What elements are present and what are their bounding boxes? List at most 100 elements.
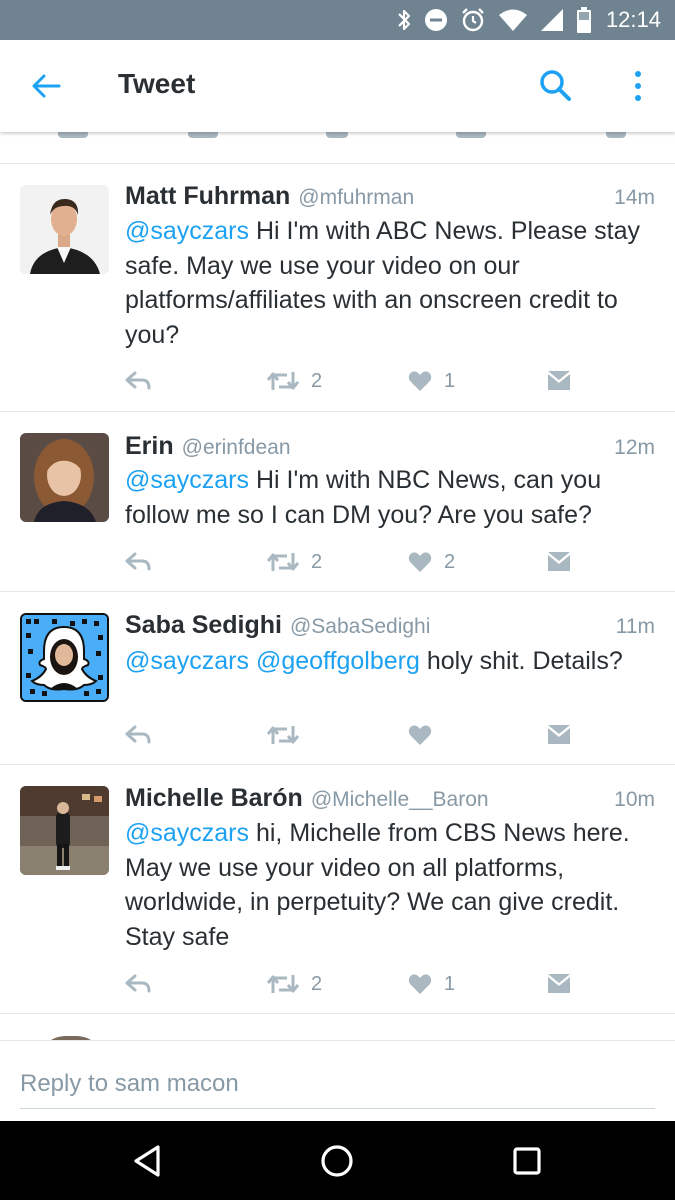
like-count: 1 <box>444 369 456 392</box>
more-options-button[interactable] <box>626 66 650 106</box>
tweet-item[interactable]: Michelle Barón @Michelle__Baron 10m @say… <box>0 765 675 1014</box>
envelope-icon <box>548 371 570 390</box>
tweet-timestamp: 14m <box>614 186 655 209</box>
reply-button[interactable] <box>125 969 151 999</box>
tweet-text: @sayczars Hi I'm with NBC News, can you … <box>125 463 660 532</box>
tweet-actions <box>125 720 660 750</box>
direct-message-button[interactable] <box>547 720 571 750</box>
arrow-left-icon <box>32 74 61 98</box>
system-nav-bar <box>0 1121 675 1200</box>
tweet-timestamp: 11m <box>615 615 655 638</box>
tweet-timestamp: 12m <box>614 436 655 459</box>
retweet-count: 2 <box>311 972 323 995</box>
reply-icon <box>125 974 151 993</box>
retweet-button[interactable]: 2 <box>267 969 322 999</box>
reply-icon <box>125 725 151 744</box>
tweet-item[interactable]: Matt Fuhrman @mfuhrman 14m @sayczars Hi … <box>0 164 675 412</box>
like-count: 1 <box>444 972 456 995</box>
reply-button[interactable] <box>125 366 151 396</box>
avatar-image <box>20 433 109 522</box>
tweet-actions: 2 1 <box>125 366 660 396</box>
dot-icon <box>635 71 641 77</box>
retweet-count: 2 <box>311 550 323 573</box>
retweet-icon <box>267 553 299 571</box>
reply-bar <box>0 1040 675 1121</box>
envelope-icon <box>548 725 570 744</box>
tweet-text: @sayczars Hi I'm with ABC News. Please s… <box>125 214 660 352</box>
nav-home-button[interactable] <box>317 1141 357 1181</box>
author-handle[interactable]: @SabaSedighi <box>290 615 430 639</box>
author-name[interactable]: Matt Fuhrman <box>125 182 290 211</box>
heart-icon <box>408 974 432 994</box>
author-name[interactable]: Erin <box>125 432 174 461</box>
bluetooth-icon <box>398 9 411 31</box>
triangle-back-icon <box>134 1145 160 1177</box>
retweet-count: 2 <box>311 369 323 392</box>
like-button[interactable]: 1 <box>408 366 455 396</box>
alarm-icon <box>462 8 484 32</box>
search-button[interactable] <box>538 68 574 104</box>
like-button[interactable]: 2 <box>408 547 455 577</box>
tweet-header: Saba Sedighi @SabaSedighi 11m <box>125 611 655 640</box>
author-handle[interactable]: @Michelle__Baron <box>311 788 489 812</box>
retweet-button[interactable]: 2 <box>267 366 322 396</box>
mention-link[interactable]: @sayczars <box>125 217 249 245</box>
avatar[interactable] <box>20 786 109 875</box>
like-button[interactable]: 1 <box>408 969 455 999</box>
reply-icon <box>125 371 151 390</box>
retweet-button[interactable]: 2 <box>267 547 322 577</box>
mention-link[interactable]: @sayczars <box>125 819 249 847</box>
like-button[interactable] <box>408 720 444 750</box>
do-not-disturb-icon <box>424 9 447 31</box>
tweet-actions: 2 2 <box>125 547 660 577</box>
circle-home-icon <box>321 1145 353 1177</box>
heart-icon <box>408 552 432 572</box>
retweet-icon <box>188 132 218 138</box>
reply-icon <box>125 552 151 571</box>
snapcode-avatar-image <box>22 615 107 700</box>
page-title: Tweet <box>118 68 196 99</box>
square-recents-icon <box>513 1147 541 1175</box>
tweet-actions: 2 1 <box>125 969 660 999</box>
retweet-icon <box>267 726 299 744</box>
tweet-item[interactable]: Saba Sedighi @SabaSedighi 11m @sayczars … <box>0 592 675 765</box>
heart-icon <box>408 725 432 745</box>
author-handle[interactable]: @mfuhrman <box>298 186 414 210</box>
tweet-text: @sayczars @geoffgolberg holy shit. Detai… <box>125 644 660 679</box>
envelope-icon <box>548 552 570 571</box>
tweet-item[interactable]: Erin @erinfdean 12m @sayczars Hi I'm wit… <box>0 412 675 592</box>
avatar-image <box>20 185 109 274</box>
reply-button[interactable] <box>125 547 151 577</box>
battery-icon <box>576 7 591 33</box>
direct-message-button[interactable] <box>547 366 571 396</box>
dot-icon <box>635 83 641 89</box>
tweet-timestamp: 10m <box>614 788 655 811</box>
message-icon <box>456 132 486 138</box>
nav-recents-button[interactable] <box>507 1141 547 1181</box>
author-name[interactable]: Saba Sedighi <box>125 611 282 640</box>
tweet-body-text: holy shit. Details? <box>426 647 623 675</box>
reply-input[interactable] <box>20 1059 655 1109</box>
author-name[interactable]: Michelle Barón <box>125 784 303 813</box>
avatar[interactable] <box>20 433 109 522</box>
heart-icon <box>326 132 348 138</box>
mention-link[interactable]: @sayczars @geoffgolberg <box>125 647 420 675</box>
back-button[interactable] <box>30 70 62 102</box>
direct-message-button[interactable] <box>547 969 571 999</box>
tweet-header: Matt Fuhrman @mfuhrman 14m <box>125 182 655 211</box>
avatar[interactable] <box>20 185 109 274</box>
reply-button[interactable] <box>125 720 151 750</box>
mention-link[interactable]: @sayczars <box>125 466 249 494</box>
retweet-button[interactable] <box>267 720 311 750</box>
avatar[interactable] <box>20 613 109 702</box>
envelope-icon <box>548 974 570 993</box>
status-clock: 12:14 <box>605 7 661 32</box>
tweet-header: Erin @erinfdean 12m <box>125 432 655 461</box>
direct-message-button[interactable] <box>547 547 571 577</box>
app-bar: Tweet <box>0 40 675 132</box>
nav-back-button[interactable] <box>128 1141 168 1181</box>
author-handle[interactable]: @erinfdean <box>182 436 291 460</box>
tweet-text: @sayczars hi, Michelle from CBS News her… <box>125 816 660 954</box>
reply-icon <box>58 132 88 138</box>
stats-icon <box>606 132 626 138</box>
